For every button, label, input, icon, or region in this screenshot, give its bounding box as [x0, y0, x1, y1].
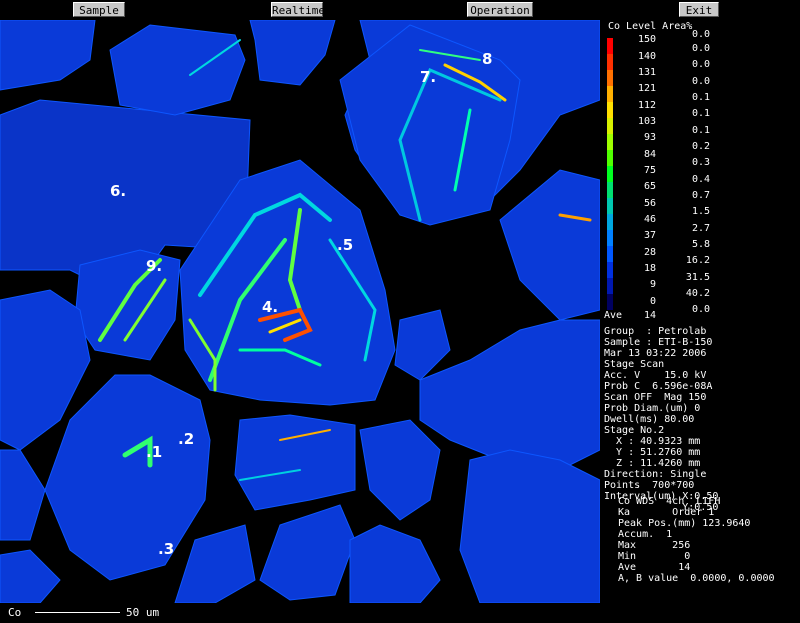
area-value: 2.7: [691, 223, 710, 234]
point-label-1: .1: [146, 443, 163, 461]
area-value: 0.0: [691, 304, 710, 315]
spec-line: Accum. 1: [618, 529, 673, 540]
area-value: 0.0: [691, 59, 710, 70]
info-line: Scan OFF Mag 150: [604, 392, 707, 403]
element-label: Co: [8, 606, 22, 619]
ave-value: 14: [643, 310, 656, 321]
info-line: Direction: Single: [604, 469, 707, 480]
point-label-8: 8: [482, 50, 493, 68]
area-value: 16.2: [685, 255, 710, 266]
level-value: 37: [643, 230, 656, 241]
color-swatch: [607, 118, 613, 134]
spec-line: Co WDS 4ch LIFH: [618, 496, 721, 507]
color-swatch: [607, 38, 613, 54]
info-line: Stage Scan: [604, 359, 665, 370]
element-map-image: [0, 20, 600, 603]
point-label-4: 4.: [262, 298, 279, 316]
info-line: Dwell(ms) 80.00: [604, 414, 695, 425]
color-swatch: [607, 182, 613, 198]
color-swatch: [607, 246, 613, 262]
area-value: 0.1: [691, 108, 710, 119]
sample-button[interactable]: Sample: [73, 2, 125, 17]
scale-bar-strip: Co 50 um: [0, 603, 600, 623]
level-value: 93: [643, 132, 656, 143]
color-swatch: [607, 198, 613, 214]
color-swatch: [607, 102, 613, 118]
spec-line: Peak Pos.(mm) 123.9640: [618, 518, 751, 529]
spec-line: Ka Order 1: [618, 507, 715, 518]
level-value: 112: [637, 100, 656, 111]
spec-line: Ave 14: [618, 562, 691, 573]
area-value: 0.0: [691, 29, 710, 40]
point-label-6: 6.: [110, 182, 127, 200]
area-value: 0.2: [691, 141, 710, 152]
toolbar: Sample Realtime Operation Exit: [0, 0, 800, 20]
color-swatch: [607, 230, 613, 246]
level-value: 9: [649, 279, 656, 290]
level-value: 103: [637, 116, 656, 127]
point-label-2: .2: [178, 430, 195, 448]
info-line: Y : 51.2760 mm: [604, 447, 701, 458]
area-value: 0.0: [691, 76, 710, 87]
point-label-9: 9.: [146, 257, 163, 275]
scale-bar-label: 50 um: [126, 606, 160, 619]
area-value: 0.3: [691, 157, 710, 168]
realtime-button[interactable]: Realtime: [271, 2, 325, 17]
level-value: 121: [637, 83, 656, 94]
info-line: Group : Petrolab: [604, 326, 707, 337]
point-label-3: .3: [158, 540, 175, 558]
info-line: Z : 11.4260 mm: [604, 458, 701, 469]
area-value: 0.4: [691, 174, 710, 185]
level-value: 65: [643, 181, 656, 192]
area-value: 0.7: [691, 190, 710, 201]
color-swatch: [607, 86, 613, 102]
area-value: 40.2: [685, 288, 710, 299]
info-line: Sample : ETI-B-150: [604, 337, 713, 348]
area-value: 0.1: [691, 125, 710, 136]
color-swatch: [607, 294, 613, 310]
area-value: 5.8: [691, 239, 710, 250]
color-swatch: [607, 278, 613, 294]
level-value: 131: [637, 67, 656, 78]
level-value: 46: [643, 214, 656, 225]
level-value: 140: [637, 51, 656, 62]
color-swatch: [607, 54, 613, 70]
color-swatch: [607, 150, 613, 166]
color-swatch: [607, 166, 613, 182]
info-line: Mar 13 03:22 2006: [604, 348, 707, 359]
color-swatch: [607, 70, 613, 86]
point-label-5: .5: [337, 236, 354, 254]
info-line: Stage No.2: [604, 425, 665, 436]
info-line: Prob Diam.(um) 0: [604, 403, 701, 414]
color-swatch: [607, 214, 613, 230]
level-value: 56: [643, 198, 656, 209]
area-value: 0.1: [691, 92, 710, 103]
spec-line: Min 0: [618, 551, 691, 562]
color-swatch: [607, 262, 613, 278]
level-value: 18: [643, 263, 656, 274]
color-bar: [607, 38, 613, 310]
exit-button[interactable]: Exit: [679, 2, 719, 17]
level-value: 84: [643, 149, 656, 160]
operation-button[interactable]: Operation: [467, 2, 533, 17]
level-value: 0: [649, 296, 656, 307]
spec-line: Max 256: [618, 540, 691, 551]
level-value: 150: [637, 34, 656, 45]
info-line: Prob C 6.596e-08A: [604, 381, 713, 392]
area-value: 1.5: [691, 206, 710, 217]
level-value: 75: [643, 165, 656, 176]
point-label-7: 7.: [420, 68, 437, 86]
info-line: X : 40.9323 mm: [604, 436, 701, 447]
info-panel: Co Level Area% 150 140 131 121 112 103 9…: [600, 20, 800, 623]
level-value: 28: [643, 247, 656, 258]
ave-label: Ave: [604, 310, 623, 321]
info-line: Points 700*700: [604, 480, 695, 491]
scale-bar-line: [35, 612, 120, 613]
info-line: Acc. V 15.0 kV: [604, 370, 707, 381]
area-value: 31.5: [685, 272, 710, 283]
area-value: 0.0: [691, 43, 710, 54]
spec-line: A, B value 0.0000, 0.0000: [618, 573, 775, 584]
color-swatch: [607, 134, 613, 150]
